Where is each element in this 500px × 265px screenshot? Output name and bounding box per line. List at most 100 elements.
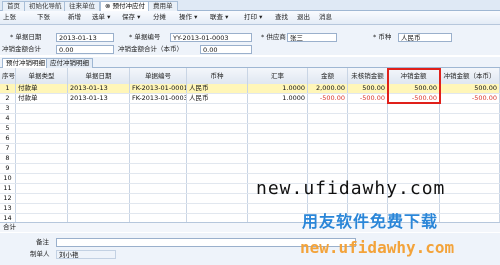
linked-query-button[interactable]: 联查 ▾ bbox=[210, 13, 228, 22]
cell-seq: 2 bbox=[0, 94, 16, 103]
col-header-offset-local[interactable]: 冲销金额（本币） bbox=[440, 68, 500, 84]
tab-expense[interactable]: 费用单 bbox=[148, 1, 178, 11]
tab-partners[interactable]: 往来单位 bbox=[64, 1, 100, 11]
cell-empty bbox=[16, 124, 68, 133]
col-header-seq[interactable]: 序号 bbox=[0, 68, 16, 84]
maker-field: 刘小艳 bbox=[56, 250, 116, 259]
allocate-button[interactable]: 分摊 bbox=[153, 13, 166, 22]
cell-empty bbox=[308, 164, 348, 173]
cell-empty bbox=[187, 104, 248, 113]
cell-empty bbox=[68, 174, 130, 183]
prev-button[interactable]: 上张 bbox=[3, 13, 16, 22]
cell-currency: 人民币 bbox=[187, 94, 248, 103]
cell-empty bbox=[348, 124, 388, 133]
tab-prepay-detail[interactable]: 预付冲销明细 bbox=[2, 58, 49, 68]
col-header-doc-type[interactable]: 单据类型 bbox=[16, 68, 68, 84]
col-header-unverified[interactable]: 未核销金额 bbox=[348, 68, 388, 84]
tab-prepay-offset[interactable]: ⊗ 预付冲应付 bbox=[100, 1, 151, 11]
total-label: 合计 bbox=[3, 223, 16, 231]
cell-offset-local: 500.00 bbox=[440, 84, 500, 93]
cell-amount: 2,000.00 bbox=[308, 84, 348, 93]
exit-button[interactable]: 退出 bbox=[297, 13, 310, 22]
table-row[interactable]: 5 bbox=[0, 124, 500, 134]
cell-empty bbox=[388, 134, 440, 143]
cell-empty bbox=[187, 194, 248, 203]
operate-button[interactable]: 操作 ▾ bbox=[179, 13, 197, 22]
cell-seq: 10 bbox=[0, 174, 16, 183]
col-header-amount[interactable]: 金额 bbox=[308, 68, 348, 84]
cell-empty bbox=[16, 134, 68, 143]
col-header-currency[interactable]: 币种 bbox=[187, 68, 248, 84]
table-row[interactable]: 2 付款单 2013-01-13 FK-2013-01-0003 人民币 1.0… bbox=[0, 94, 500, 104]
cell-doc-type: 付款单 bbox=[16, 94, 68, 103]
tab-home[interactable]: 首页 bbox=[2, 1, 25, 11]
cell-currency: 人民币 bbox=[187, 84, 248, 93]
cell-empty bbox=[187, 204, 248, 213]
cell-empty bbox=[308, 134, 348, 143]
col-header-doc-no[interactable]: 单据编号 bbox=[130, 68, 187, 84]
table-row[interactable]: 6 bbox=[0, 134, 500, 144]
cell-empty bbox=[440, 134, 500, 143]
find-button[interactable]: 查找 bbox=[275, 13, 288, 22]
currency-select[interactable]: 人民币 bbox=[398, 33, 452, 42]
print-button[interactable]: 打印 ▾ bbox=[244, 13, 262, 22]
cell-empty bbox=[68, 114, 130, 123]
cell-empty bbox=[308, 124, 348, 133]
cell-empty bbox=[308, 104, 348, 113]
cell-empty bbox=[68, 124, 130, 133]
cell-empty bbox=[440, 184, 500, 193]
watermark-url: new.ufidawhy.com bbox=[256, 178, 446, 199]
cell-empty bbox=[130, 114, 187, 123]
tab-payable-detail[interactable]: 应付冲销明细 bbox=[46, 58, 93, 68]
col-header-doc-date[interactable]: 单据日期 bbox=[68, 68, 130, 84]
col-header-offset[interactable]: 冲销金额 bbox=[388, 68, 440, 84]
cell-empty bbox=[187, 164, 248, 173]
doc-no-input[interactable]: YY-2013-01-0003 bbox=[170, 33, 252, 42]
cell-seq: 6 bbox=[0, 134, 16, 143]
cell-empty bbox=[187, 124, 248, 133]
table-row[interactable]: 8 bbox=[0, 154, 500, 164]
tab-init-nav[interactable]: 初始化导航 bbox=[24, 1, 67, 11]
cell-empty bbox=[440, 164, 500, 173]
table-row[interactable]: 7 bbox=[0, 144, 500, 154]
cell-offset[interactable]: -500.00 bbox=[388, 94, 440, 103]
cell-empty bbox=[348, 164, 388, 173]
cell-empty bbox=[68, 154, 130, 163]
supplier-input[interactable]: 张三 bbox=[287, 33, 337, 42]
cell-empty bbox=[388, 104, 440, 113]
cell-offset[interactable]: 500.00 bbox=[388, 84, 440, 93]
select-doc-button[interactable]: 选单 ▾ bbox=[92, 13, 110, 22]
cell-empty bbox=[308, 154, 348, 163]
doc-date-input[interactable]: 2013-01-13 bbox=[56, 33, 114, 42]
cell-empty bbox=[348, 114, 388, 123]
table-row[interactable]: 4 bbox=[0, 114, 500, 124]
cell-rate: 1.0000 bbox=[248, 94, 308, 103]
detail-tab-bar: 预付冲销明细 应付冲销明细 bbox=[0, 57, 500, 68]
col-header-rate[interactable]: 汇率 bbox=[248, 68, 308, 84]
cell-empty bbox=[16, 104, 68, 113]
cell-seq: 5 bbox=[0, 124, 16, 133]
cell-empty bbox=[68, 204, 130, 213]
new-button[interactable]: 新增 bbox=[68, 13, 81, 22]
offset-local-label: 冲销金额合计（本币） bbox=[118, 45, 183, 53]
cell-empty bbox=[187, 174, 248, 183]
cell-empty bbox=[388, 144, 440, 153]
next-button[interactable]: 下张 bbox=[37, 13, 50, 22]
cell-empty bbox=[187, 134, 248, 143]
cell-empty bbox=[130, 164, 187, 173]
tab-close-icon[interactable]: ⊗ bbox=[105, 2, 110, 10]
cell-seq: 7 bbox=[0, 144, 16, 153]
save-button[interactable]: 保存 ▾ bbox=[122, 13, 140, 22]
table-row[interactable]: 1 付款单 2013-01-13 FK-2013-01-0001 人民币 1.0… bbox=[0, 84, 500, 94]
cell-empty bbox=[348, 154, 388, 163]
table-row[interactable]: 3 bbox=[0, 104, 500, 114]
cell-seq: 4 bbox=[0, 114, 16, 123]
cell-empty bbox=[308, 144, 348, 153]
message-button[interactable]: 消息 bbox=[319, 13, 332, 22]
cell-empty bbox=[130, 134, 187, 143]
header-form: * 单据日期 2013-01-13 * 单据编号 YY-2013-01-0003… bbox=[0, 25, 500, 55]
cell-seq: 8 bbox=[0, 154, 16, 163]
table-row[interactable]: 9 bbox=[0, 164, 500, 174]
offset-amount-label: 冲销金额合计 bbox=[2, 45, 41, 53]
cell-doc-date: 2013-01-13 bbox=[68, 94, 130, 103]
